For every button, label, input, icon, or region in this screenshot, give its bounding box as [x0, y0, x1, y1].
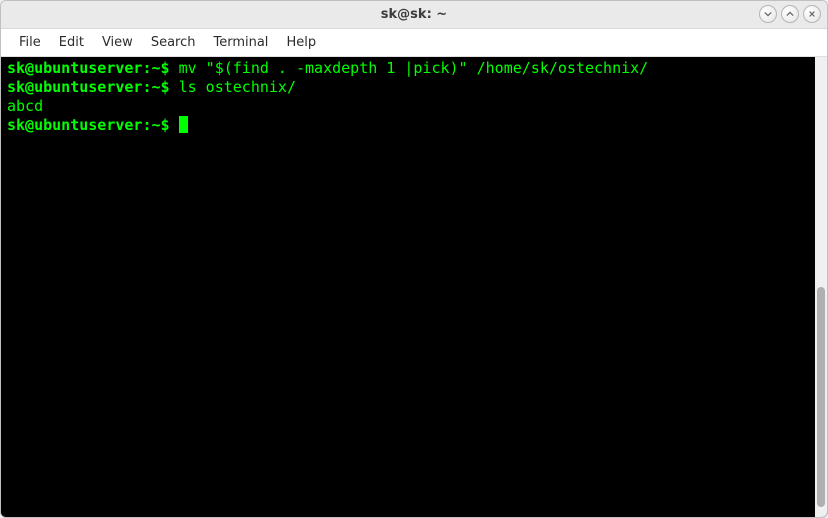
- chevron-down-icon: [764, 10, 772, 18]
- command-line: ls ostechnix/: [179, 78, 296, 96]
- close-icon: [808, 10, 816, 18]
- window-controls: [759, 5, 821, 23]
- menu-search[interactable]: Search: [143, 31, 204, 54]
- menubar: File Edit View Search Terminal Help: [1, 29, 827, 57]
- cursor: [179, 116, 188, 133]
- maximize-button[interactable]: [781, 5, 799, 23]
- scrollbar[interactable]: [815, 57, 827, 517]
- output-line: abcd: [7, 97, 43, 115]
- menu-view[interactable]: View: [94, 31, 141, 54]
- terminal-output[interactable]: sk@ubuntuserver:~$ mv "$(find . -maxdept…: [1, 57, 815, 517]
- terminal-window: sk@sk: ~ File Edit View Search Terminal …: [0, 0, 828, 518]
- minimize-button[interactable]: [759, 5, 777, 23]
- command-line: mv "$(find . -maxdepth 1 |pick)" /home/s…: [179, 59, 649, 77]
- terminal-body: sk@ubuntuserver:~$ mv "$(find . -maxdept…: [1, 57, 827, 517]
- prompt: sk@ubuntuserver:~$: [7, 59, 170, 77]
- menu-terminal[interactable]: Terminal: [205, 31, 276, 54]
- window-title: sk@sk: ~: [381, 7, 447, 22]
- menu-file[interactable]: File: [11, 31, 49, 54]
- chevron-up-icon: [786, 10, 794, 18]
- scrollbar-thumb[interactable]: [817, 287, 825, 507]
- menu-edit[interactable]: Edit: [51, 31, 92, 54]
- titlebar: sk@sk: ~: [1, 1, 827, 29]
- prompt: sk@ubuntuserver:~$: [7, 78, 170, 96]
- close-button[interactable]: [803, 5, 821, 23]
- menu-help[interactable]: Help: [278, 31, 324, 54]
- prompt: sk@ubuntuserver:~$: [7, 116, 170, 134]
